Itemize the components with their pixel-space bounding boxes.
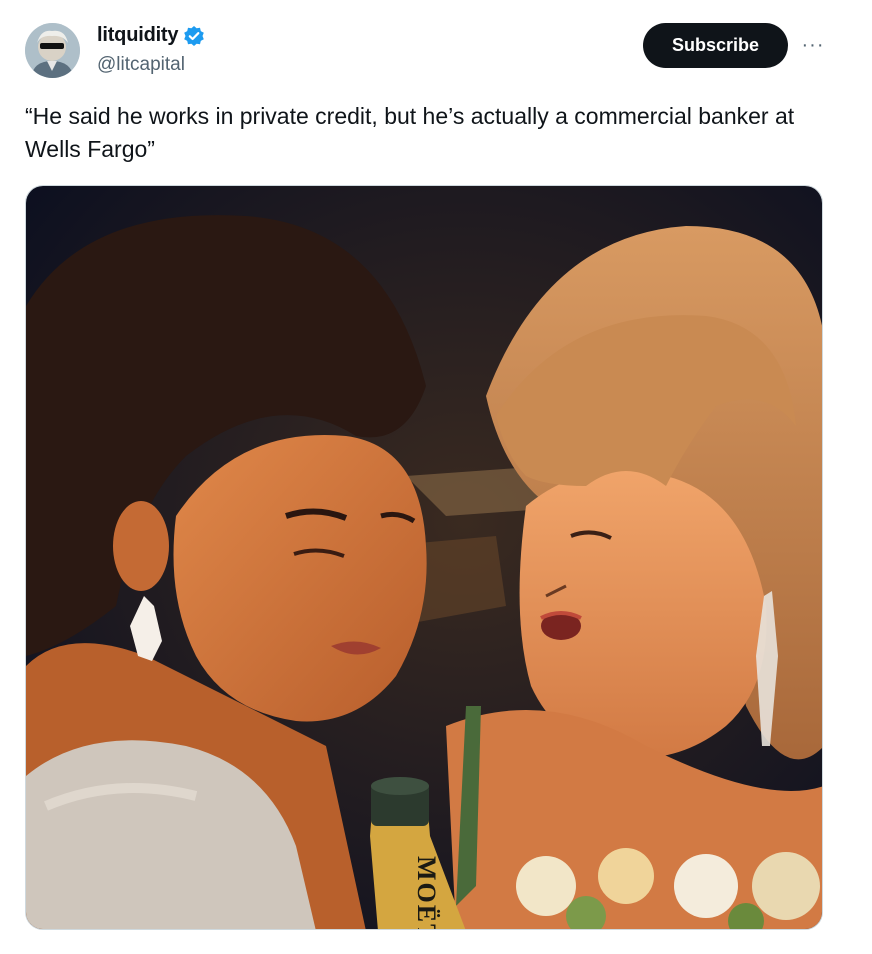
meme-photo: MOËT xyxy=(26,186,822,930)
verified-badge-icon xyxy=(183,25,205,47)
author-name-row: litquidity xyxy=(97,24,205,47)
subscribe-button[interactable]: Subscribe xyxy=(643,23,788,68)
bottle-label: MOËT xyxy=(412,856,441,930)
avatar-image xyxy=(25,23,80,78)
author-handle[interactable]: @litcapital xyxy=(97,54,185,76)
tweet-media-image[interactable]: MOËT xyxy=(25,185,823,930)
author-avatar[interactable] xyxy=(25,23,80,78)
more-dots-icon[interactable]: ··· xyxy=(798,32,828,58)
author-display-name[interactable]: litquidity xyxy=(97,24,179,47)
tweet-text: “He said he works in private credit, but… xyxy=(25,103,795,162)
